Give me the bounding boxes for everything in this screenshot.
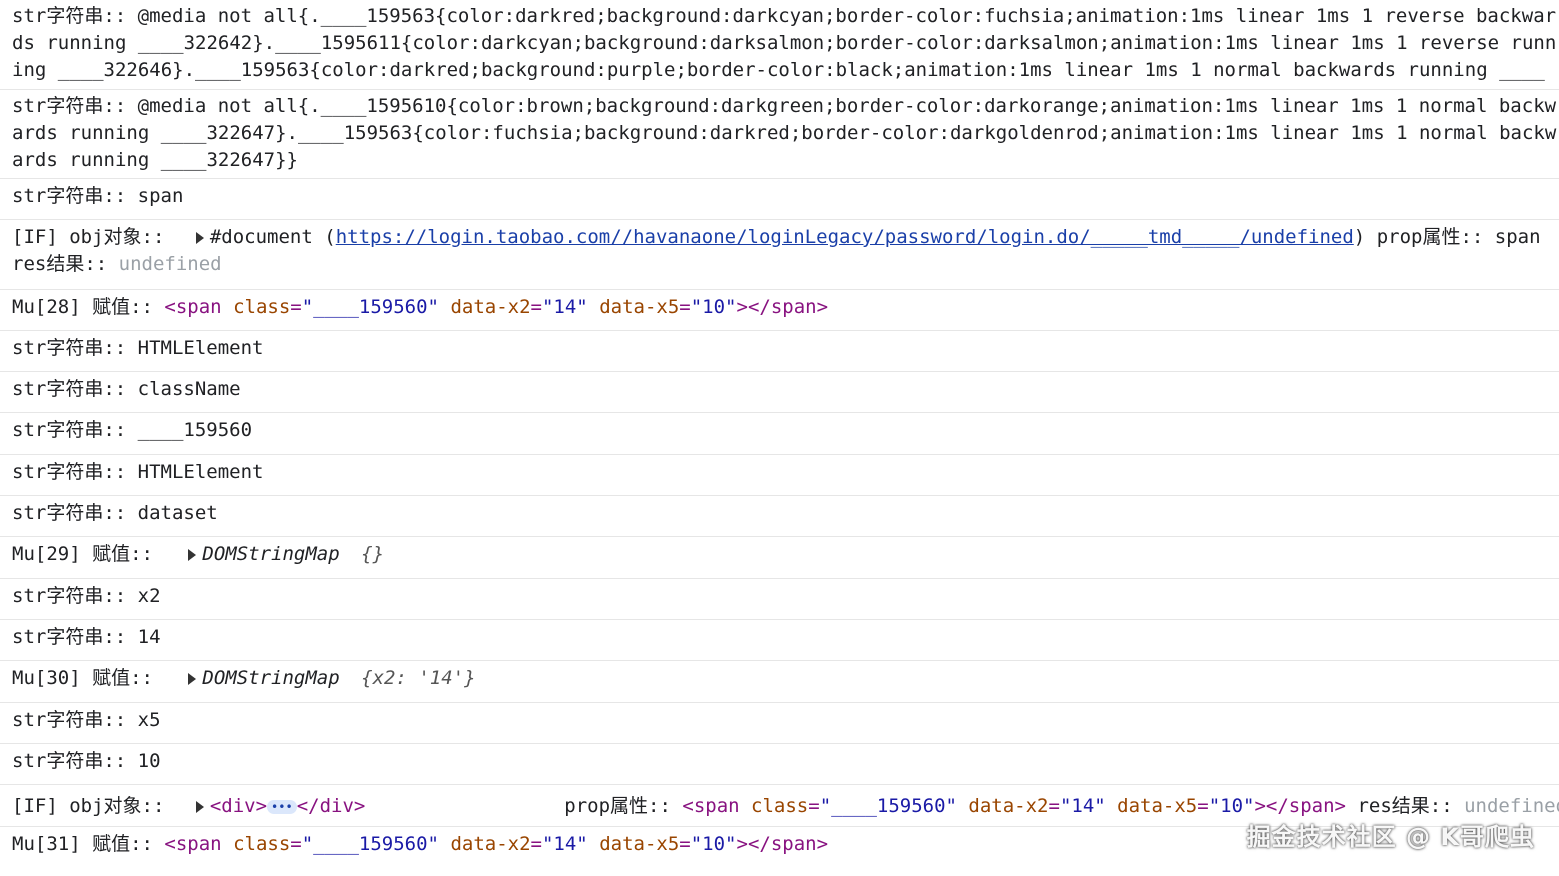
log-row-str-classvalue: str字符串:: ____159560 [0, 413, 1559, 455]
log-text: str字符串:: HTMLElement [12, 461, 264, 483]
paren-open: ( [324, 226, 336, 248]
attr-value: "____159560" [301, 833, 439, 855]
attr-name: data-x5 [599, 296, 680, 318]
domstringmap-preview: {x2: '14'} [361, 667, 476, 689]
span-element-node[interactable]: <span class="____159560" data-x2="14" da… [682, 795, 1346, 817]
res-label: res结果:: [1357, 795, 1453, 817]
log-text: str字符串:: 10 [12, 750, 161, 772]
attr-name: data-x2 [450, 833, 531, 855]
prop-text: prop属性:: span [1376, 226, 1541, 248]
tag-open: <span [164, 833, 222, 855]
div-open-tag[interactable]: <div> [210, 795, 267, 817]
log-prefix: Mu[30] 赋值:: [12, 667, 153, 689]
attr-value: "10" [690, 833, 737, 855]
attr-value: "____159560" [819, 795, 957, 817]
log-text: str字符串:: span [12, 185, 184, 207]
attr-name: class [233, 833, 291, 855]
log-text: str字符串:: @media not all{.____1595610{col… [12, 95, 1557, 171]
console-log: str字符串:: @media not all{.____159563{colo… [0, 0, 1559, 868]
log-text: str字符串:: x5 [12, 709, 161, 731]
attr-value: "14" [541, 296, 588, 318]
attr-value: "14" [541, 833, 588, 855]
res-label: res结果:: [12, 253, 108, 275]
attr-name: data-x5 [599, 833, 680, 855]
attr-value: "____159560" [301, 296, 439, 318]
log-row-mu28: Mu[28] 赋值:: <span class="____159560" dat… [0, 290, 1559, 331]
log-prefix: Mu[31] 赋值:: [12, 833, 153, 855]
tag-close: ></span> [736, 296, 829, 318]
log-row-if-document: [IF] obj对象:: #document (https://login.ta… [0, 220, 1559, 290]
attr-name: data-x2 [968, 795, 1049, 817]
span-element-node[interactable]: <span class="____159560" data-x2="14" da… [164, 833, 828, 855]
log-row-css-string-2: str字符串:: @media not all{.____1595610{col… [0, 90, 1559, 179]
paren-close: ) [1353, 226, 1366, 248]
expand-triangle-icon[interactable] [195, 231, 204, 244]
log-row-str-x5: str字符串:: x5 [0, 703, 1559, 744]
log-row-str-10: str字符串:: 10 [0, 744, 1559, 785]
domstringmap-type[interactable]: DOMStringMap [202, 667, 339, 689]
log-row-str-htmlelement: str字符串:: HTMLElement [0, 331, 1559, 372]
attr-value: "10" [690, 296, 737, 318]
res-value: undefined [118, 253, 222, 275]
document-node[interactable]: #document [210, 226, 313, 248]
res-value: undefined [1464, 795, 1559, 817]
tag-open: <span [682, 795, 740, 817]
log-row-str-14: str字符串:: 14 [0, 620, 1559, 661]
log-row-str-htmlelement-2: str字符串:: HTMLElement [0, 455, 1559, 496]
log-row-mu29: Mu[29] 赋值:: DOMStringMap {} [0, 537, 1559, 579]
attr-name: data-x5 [1117, 795, 1198, 817]
log-row-mu30: Mu[30] 赋值:: DOMStringMap {x2: '14'} [0, 661, 1559, 703]
log-text: str字符串:: ____159560 [12, 419, 253, 441]
ellipsis-icon[interactable]: ••• [267, 799, 297, 814]
log-row-str-classname: str字符串:: className [0, 372, 1559, 413]
expand-triangle-icon[interactable] [188, 548, 197, 561]
attr-name: data-x2 [450, 296, 531, 318]
div-close-tag[interactable]: </div> [297, 795, 366, 817]
tag-close: ></span> [1254, 795, 1346, 817]
log-prefix: Mu[29] 赋值:: [12, 543, 153, 565]
domstringmap-type[interactable]: DOMStringMap [202, 543, 339, 565]
log-row-str-span: str字符串:: span [0, 179, 1559, 220]
log-text: str字符串:: className [12, 378, 241, 400]
watermark: 掘金技术社区 @ K哥爬虫 [1246, 823, 1535, 851]
log-prefix: [IF] obj对象:: [12, 226, 165, 248]
attr-value: "10" [1208, 795, 1255, 817]
attr-name: class [751, 795, 809, 817]
log-row-css-string-1: str字符串:: @media not all{.____159563{colo… [0, 0, 1559, 90]
prop-label: prop属性:: [564, 795, 671, 817]
log-text: str字符串:: x2 [12, 585, 161, 607]
log-text: str字符串:: HTMLElement [12, 337, 264, 359]
expand-triangle-icon[interactable] [188, 672, 197, 685]
domstringmap-preview: {} [361, 543, 385, 565]
tag-close: ></span> [736, 833, 829, 855]
document-url-link[interactable]: https://login.taobao.com//havanaone/logi… [336, 226, 1354, 248]
log-prefix: Mu[28] 赋值:: [12, 296, 153, 318]
attr-value: "14" [1059, 795, 1106, 817]
attr-name: class [233, 296, 291, 318]
expand-triangle-icon[interactable] [195, 800, 204, 813]
log-prefix: [IF] obj对象:: [12, 795, 165, 817]
log-text: str字符串:: @media not all{.____159563{colo… [12, 5, 1557, 81]
log-row-str-x2: str字符串:: x2 [0, 579, 1559, 620]
log-row-str-dataset: str字符串:: dataset [0, 496, 1559, 537]
span-element-node[interactable]: <span class="____159560" data-x2="14" da… [164, 296, 828, 318]
log-text: str字符串:: 14 [12, 626, 161, 648]
tag-open: <span [164, 296, 222, 318]
log-text: str字符串:: dataset [12, 502, 218, 524]
